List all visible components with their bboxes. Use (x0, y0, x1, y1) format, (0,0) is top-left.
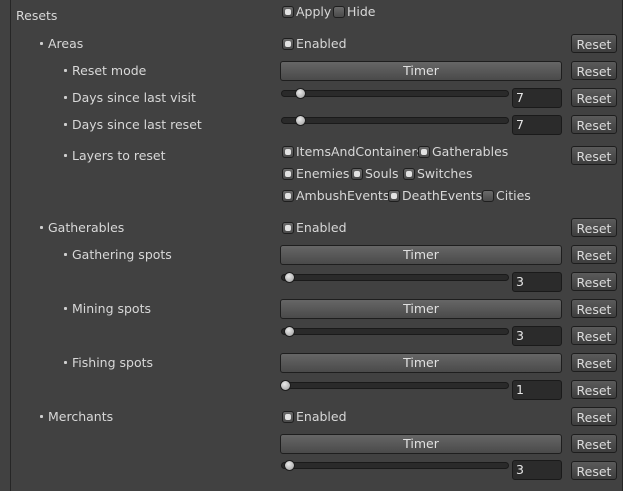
layer-checkbox-souls[interactable]: Souls (351, 166, 399, 182)
layer-checkbox-switches[interactable]: Switches (403, 166, 473, 182)
check-icon (388, 189, 400, 202)
layer-checkbox-enemies[interactable]: Enemies (282, 166, 349, 182)
merchants-slider[interactable] (281, 462, 509, 469)
check-icon (351, 167, 363, 180)
gathering-input[interactable]: 3 (512, 272, 562, 292)
days-visit-input[interactable]: 7 (512, 88, 562, 108)
check-icon (282, 410, 294, 423)
apply-check-icon (282, 5, 294, 18)
merchants-label: Merchants (40, 409, 113, 425)
bullet-icon (64, 154, 67, 157)
reset-mode-reset-button[interactable]: Reset (571, 61, 617, 80)
bullet-icon (40, 42, 43, 45)
merchants-enabled-checkbox[interactable]: Enabled (282, 409, 347, 425)
merchants-input[interactable]: 3 (512, 460, 562, 480)
fishing-mode-dropdown[interactable]: Timer (280, 353, 562, 373)
merchants-mode-dropdown[interactable]: Timer (280, 434, 562, 454)
mining-value-reset-button[interactable]: Reset (571, 326, 617, 345)
days-visit-label: Days since last visit (64, 90, 196, 106)
areas-enabled-checkbox[interactable]: Enabled (282, 36, 347, 52)
mining-spots-label: Mining spots (64, 301, 151, 317)
bullet-icon (64, 307, 67, 310)
layer-checkbox-gatherables[interactable]: Gatherables (418, 144, 508, 160)
bullet-icon (40, 415, 43, 418)
layer-checkbox-death[interactable]: DeathEvents (388, 188, 482, 204)
resets-label: Resets (16, 8, 58, 23)
check-icon (282, 145, 294, 158)
fishing-slider-thumb[interactable] (280, 380, 291, 391)
days-reset-slider[interactable] (281, 117, 509, 124)
check-icon (418, 145, 430, 158)
check-icon (403, 167, 415, 180)
layer-checkbox-ambush[interactable]: AmbushEvents (282, 188, 389, 204)
merchants-reset-button[interactable]: Reset (571, 407, 617, 426)
layers-reset-button[interactable]: Reset (571, 146, 617, 165)
days-visit-slider-thumb[interactable] (295, 88, 306, 99)
merchants-mode-reset-button[interactable]: Reset (571, 434, 617, 453)
check-icon (482, 189, 494, 202)
gathering-mode-reset-button[interactable]: Reset (571, 245, 617, 264)
fishing-slider[interactable] (281, 382, 509, 389)
days-reset-reset-button[interactable]: Reset (571, 115, 617, 134)
fishing-spots-label: Fishing spots (64, 355, 153, 371)
mining-input[interactable]: 3 (512, 326, 562, 346)
layer-checkbox-items[interactable]: ItemsAndContainers (282, 144, 423, 160)
check-icon (282, 189, 294, 202)
apply-checkbox[interactable]: Apply (282, 4, 331, 20)
hide-check-icon (333, 5, 345, 18)
check-icon (282, 167, 294, 180)
layer-checkbox-cities[interactable]: Cities (482, 188, 531, 204)
mining-slider[interactable] (281, 328, 509, 335)
reset-mode-label: Reset mode (64, 63, 146, 79)
gatherables-enabled-checkbox[interactable]: Enabled (282, 220, 347, 236)
gathering-spots-label: Gathering spots (64, 247, 172, 263)
fishing-input[interactable]: 1 (512, 380, 562, 400)
check-icon (282, 221, 294, 234)
gathering-mode-dropdown[interactable]: Timer (280, 245, 562, 265)
mining-mode-dropdown[interactable]: Timer (280, 299, 562, 319)
gathering-value-reset-button[interactable]: Reset (571, 272, 617, 291)
bullet-icon (40, 226, 43, 229)
days-reset-input[interactable]: 7 (512, 115, 562, 135)
check-icon (282, 37, 294, 50)
bullet-icon (64, 96, 67, 99)
areas-label: Areas (40, 36, 83, 52)
bullet-icon (64, 123, 67, 126)
areas-reset-button[interactable]: Reset (571, 34, 617, 53)
merchants-slider-thumb[interactable] (284, 460, 295, 471)
mining-mode-reset-button[interactable]: Reset (571, 299, 617, 318)
gatherables-reset-button[interactable]: Reset (571, 218, 617, 237)
days-visit-reset-button[interactable]: Reset (571, 88, 617, 107)
reset-mode-dropdown[interactable]: Timer (280, 61, 562, 81)
layers-label: Layers to reset (64, 148, 166, 164)
fishing-mode-reset-button[interactable]: Reset (571, 353, 617, 372)
gathering-slider[interactable] (281, 274, 509, 281)
mining-slider-thumb[interactable] (284, 326, 295, 337)
bullet-icon (64, 69, 67, 72)
gatherables-label: Gatherables (40, 220, 124, 236)
gathering-slider-thumb[interactable] (284, 272, 295, 283)
days-visit-slider[interactable] (281, 90, 509, 97)
bullet-icon (64, 361, 67, 364)
days-reset-label: Days since last reset (64, 117, 202, 133)
hide-checkbox[interactable]: Hide (333, 4, 376, 20)
days-reset-slider-thumb[interactable] (295, 115, 306, 126)
bullet-icon (64, 253, 67, 256)
fishing-value-reset-button[interactable]: Reset (571, 380, 617, 399)
merchants-value-reset-button[interactable]: Reset (571, 461, 617, 480)
